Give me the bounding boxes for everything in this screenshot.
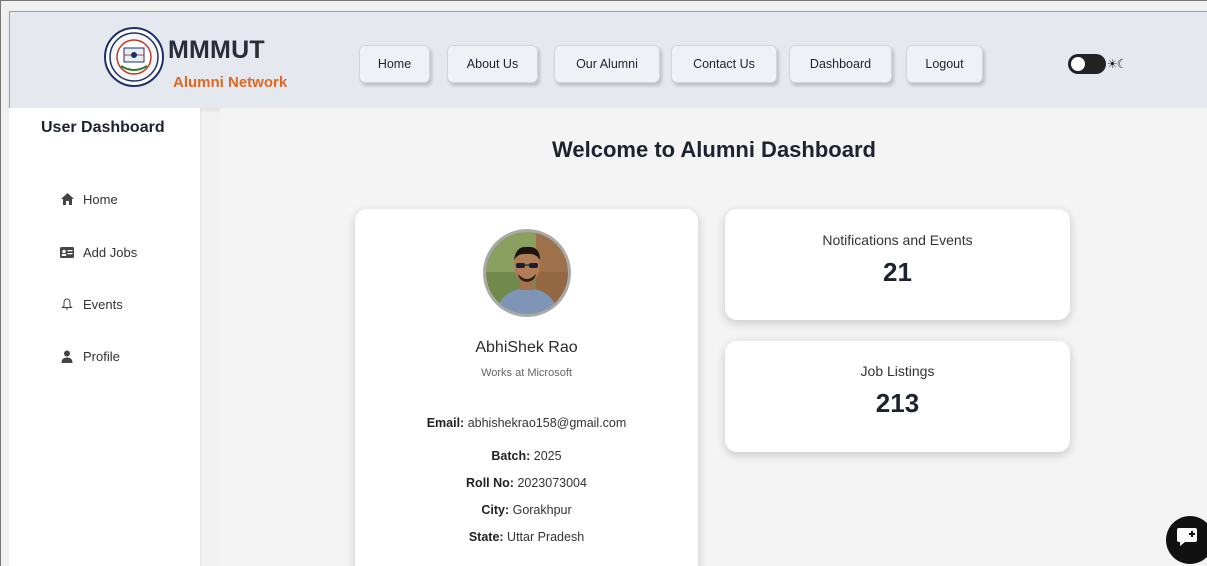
id-card-icon	[59, 244, 75, 260]
sidebar-title: User Dashboard	[41, 119, 165, 136]
notifications-label: Notifications and Events	[822, 232, 973, 248]
theme-toggle[interactable]	[1068, 54, 1106, 74]
page-title: Welcome to Alumni Dashboard	[552, 137, 876, 162]
sidebar-item-label: Events	[83, 296, 123, 312]
sidebar-item-home[interactable]: Home	[59, 189, 118, 209]
batch-value: 2025	[533, 449, 562, 463]
job-listings-label: Job Listings	[860, 363, 935, 379]
brand-title: MMMUT	[168, 36, 265, 64]
sidebar: User Dashboard Home Add Jobs Events Prof…	[9, 108, 201, 566]
nav-dashboard-button[interactable]: Dashboard	[789, 45, 892, 83]
toggle-knob	[1071, 57, 1085, 71]
sidebar-item-profile[interactable]: Profile	[59, 346, 120, 366]
state-value: Uttar Pradesh	[507, 530, 585, 544]
chat-icon	[1176, 527, 1198, 552]
app-frame: MMMUT Alumni Network Home About Us Our A…	[0, 0, 1207, 566]
main-content: Welcome to Alumni Dashboard AbhiShek Rao…	[220, 108, 1207, 566]
bell-icon	[59, 296, 75, 312]
house-icon	[59, 191, 75, 207]
profile-roll-row: Roll No: 2023073004	[355, 476, 698, 490]
sidebar-item-label: Profile	[83, 348, 120, 364]
nav-logout-button[interactable]: Logout	[906, 45, 983, 83]
chat-button[interactable]	[1166, 516, 1207, 564]
roll-value: 2023073004	[517, 476, 587, 490]
email-value: abhishekrao158@gmail.com	[467, 416, 627, 430]
nav-home-button[interactable]: Home	[359, 45, 430, 83]
top-header: MMMUT Alumni Network Home About Us Our A…	[9, 11, 1207, 108]
city-label: City:	[481, 503, 510, 517]
email-label: Email:	[426, 416, 465, 430]
sidebar-item-label: Home	[83, 191, 118, 207]
sidebar-item-events[interactable]: Events	[59, 294, 123, 314]
profile-city-row: City: Gorakhpur	[355, 503, 698, 517]
job-listings-card[interactable]: Job Listings 213	[725, 341, 1070, 452]
roll-label: Roll No:	[466, 476, 514, 490]
profile-workplace: Works at Microsoft	[481, 367, 572, 379]
batch-label: Batch:	[491, 449, 531, 463]
avatar	[483, 229, 571, 317]
profile-name: AbhiShek Rao	[475, 339, 578, 356]
nav-about-button[interactable]: About Us	[447, 45, 538, 83]
notifications-count: 21	[883, 257, 912, 287]
profile-state-row: State: Uttar Pradesh	[355, 530, 698, 544]
sidebar-item-add-jobs[interactable]: Add Jobs	[59, 242, 137, 262]
profile-batch-row: Batch: 2025	[355, 449, 698, 463]
notifications-card[interactable]: Notifications and Events 21	[725, 209, 1070, 320]
state-label: State:	[468, 530, 504, 544]
sun-moon-icon: ☀☾	[1107, 57, 1127, 71]
sidebar-item-label: Add Jobs	[83, 244, 138, 260]
brand-subtitle: Alumni Network	[173, 74, 288, 91]
nav-contact-button[interactable]: Contact Us	[671, 45, 777, 83]
job-listings-count: 213	[875, 388, 920, 418]
nav-alumni-button[interactable]: Our Alumni	[554, 45, 660, 83]
profile-email-row: Email: abhishekrao158@gmail.com	[355, 416, 698, 430]
user-icon	[59, 348, 75, 364]
city-value: Gorakhpur	[512, 503, 572, 517]
profile-card: AbhiShek Rao Works at Microsoft Email: a…	[355, 209, 698, 566]
university-logo	[103, 26, 165, 88]
